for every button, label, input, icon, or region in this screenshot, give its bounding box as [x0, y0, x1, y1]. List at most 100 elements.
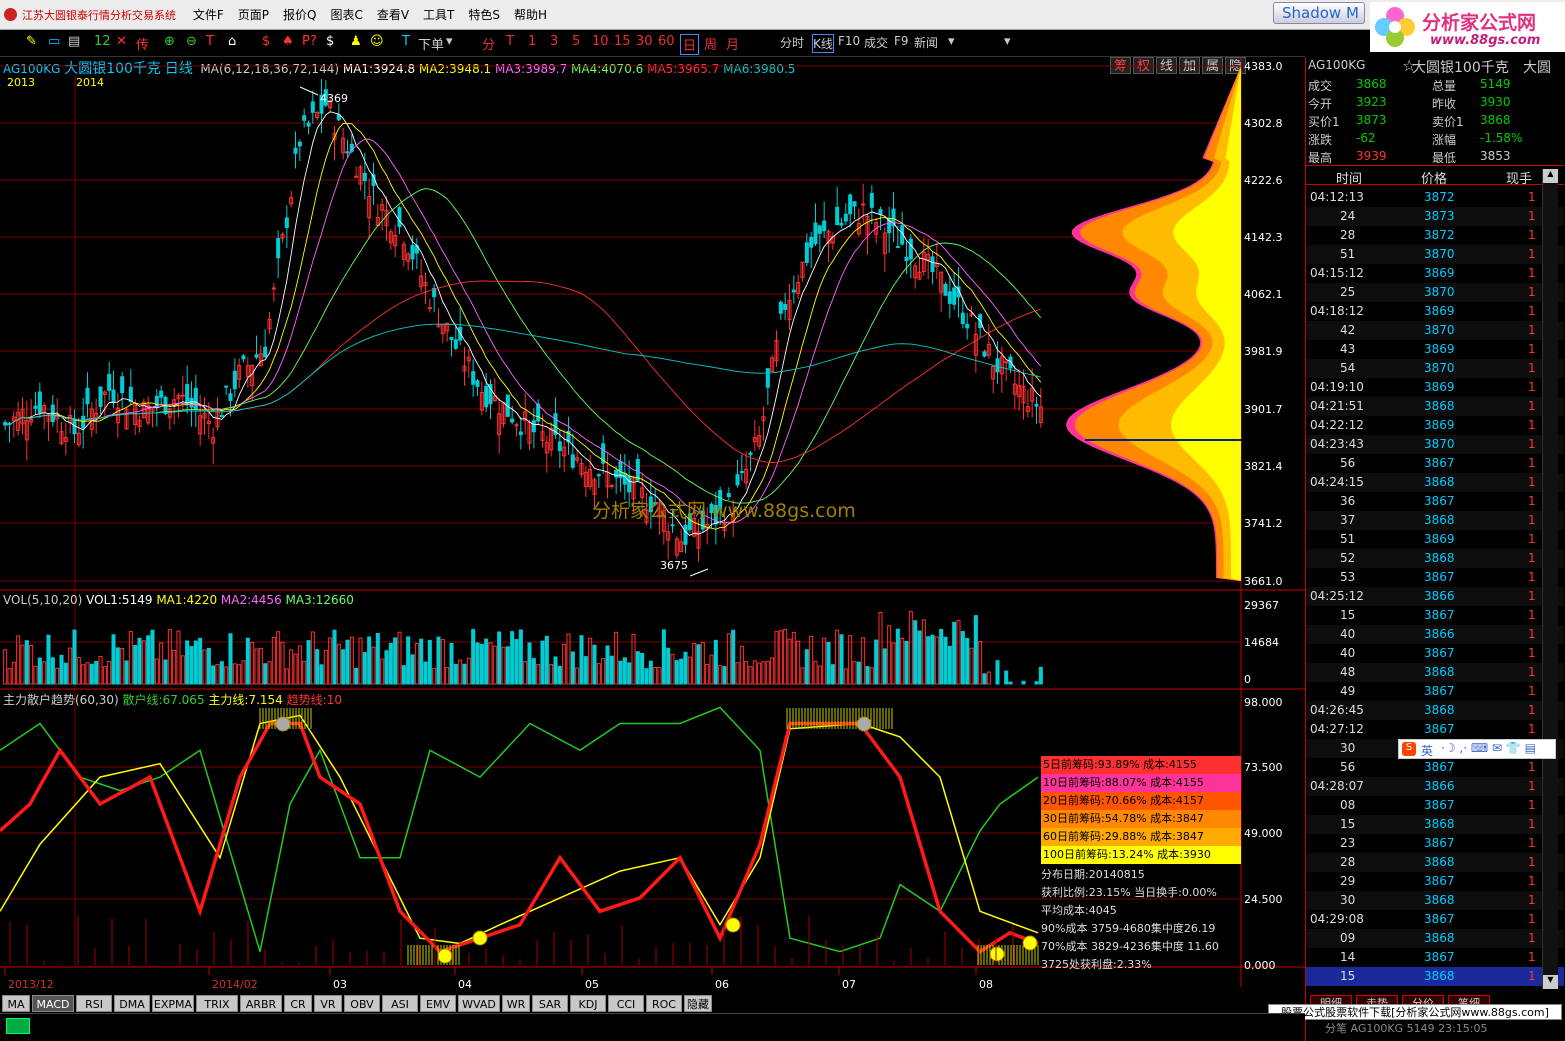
period-10[interactable]: 周 [704, 34, 717, 53]
home-icon[interactable]: ⌂ [228, 34, 236, 49]
dropdown2-icon[interactable]: ▾ [948, 34, 955, 49]
num-12-button[interactable]: 12 [94, 34, 111, 49]
tick-row[interactable]: 52 3868 1 [1306, 549, 1564, 568]
indicator-tab-10[interactable]: ASI [382, 995, 418, 1012]
menu-2[interactable]: 报价Q [276, 0, 323, 30]
ime-tools-icon[interactable]: ·☽ ,· ⌨ ✉ 👕 ▤ [1441, 741, 1536, 755]
spade-icon[interactable]: ♠ [282, 34, 294, 49]
ime-mode[interactable]: 英 [1421, 742, 1433, 759]
indicator-tab-18[interactable]: 隐藏 [684, 995, 712, 1012]
tick-row[interactable]: 28 3868 1 [1306, 853, 1564, 872]
indicator-tab-16[interactable]: CCI [608, 995, 644, 1012]
dollar-icon[interactable]: $ [262, 34, 270, 49]
dropdown-icon[interactable]: ▾ [446, 34, 453, 49]
indicator-tab-0[interactable]: MA [2, 995, 30, 1012]
smile-icon[interactable]: ☺ [370, 34, 384, 49]
menu-5[interactable]: 工具T [416, 0, 461, 30]
indicator-tab-14[interactable]: SAR [532, 995, 568, 1012]
menu-3[interactable]: 图表C [323, 0, 369, 30]
tick-row[interactable]: 40 3866 1 [1306, 625, 1564, 644]
bell-icon[interactable]: ♟ [350, 34, 362, 49]
indicator-tab-13[interactable]: WR [502, 995, 530, 1012]
tick-row[interactable]: 53 3867 1 [1306, 568, 1564, 587]
tick-row[interactable]: 04:28:07 3866 1 [1306, 777, 1564, 796]
chuan-icon[interactable]: 传 [136, 34, 149, 53]
tick-row[interactable]: 04:15:12 3869 1 [1306, 264, 1564, 283]
scroll-up-icon[interactable]: ▲ [1543, 169, 1558, 183]
tick-row[interactable]: 56 3867 1 [1306, 758, 1564, 777]
tick-row[interactable]: 54 3870 1 [1306, 359, 1564, 378]
period-2[interactable]: 1 [528, 34, 536, 49]
menu-0[interactable]: 文件F [186, 0, 231, 30]
dropdown3-icon[interactable]: ▾ [1004, 34, 1011, 49]
tick-row[interactable]: 04:22:12 3869 1 [1306, 416, 1564, 435]
tick-row[interactable]: 56 3867 1 [1306, 454, 1564, 473]
shadow-button[interactable]: Shadow M [1273, 2, 1365, 24]
indicator-tab-2[interactable]: RSI [76, 995, 112, 1012]
period-0[interactable]: 分 [482, 34, 495, 53]
close-x-icon[interactable]: ✕ [116, 34, 127, 49]
layout-icon[interactable]: ▭ [48, 34, 60, 49]
period-9[interactable]: 日 [680, 34, 700, 55]
t-text-icon[interactable]: T [402, 34, 410, 49]
tick-row[interactable]: 04:25:12 3866 1 [1306, 587, 1564, 606]
scrollbar[interactable]: ▲ ▼ [1542, 169, 1558, 989]
tick-row[interactable]: 28 3872 1 [1306, 226, 1564, 245]
menu-4[interactable]: 查看V [370, 0, 416, 30]
tick-row[interactable]: 04:18:12 3869 1 [1306, 302, 1564, 321]
print-icon[interactable]: ▤ [68, 34, 80, 49]
tick-row[interactable]: 30 3868 1 [1306, 891, 1564, 910]
tick-row[interactable]: 08 3867 1 [1306, 796, 1564, 815]
tick-row[interactable]: 09 3868 1 [1306, 929, 1564, 948]
tick-row[interactable]: 51 3870 1 [1306, 245, 1564, 264]
indicator-tab-3[interactable]: DMA [114, 995, 150, 1012]
toolbar-right-2[interactable]: F10 [838, 34, 860, 48]
tick-row[interactable]: 04:12:13 3872 1 [1306, 188, 1564, 207]
zoom-in-icon[interactable]: ⊕ [164, 34, 175, 49]
toolbar-right-3[interactable]: 成交 [864, 34, 888, 51]
ime-bar[interactable]: S 英 ·☽ ,· ⌨ ✉ 👕 ▤ [1398, 739, 1556, 759]
indicator-tab-15[interactable]: KDJ [570, 995, 606, 1012]
period-8[interactable]: 60 [658, 34, 675, 49]
period-1[interactable]: T [506, 34, 514, 49]
tick-row[interactable]: 24 3873 1 [1306, 207, 1564, 226]
indicator-tab-9[interactable]: OBV [344, 995, 380, 1012]
tick-row[interactable]: 51 3869 1 [1306, 530, 1564, 549]
tick-row[interactable]: 43 3869 1 [1306, 340, 1564, 359]
period-11[interactable]: 月 [726, 34, 739, 53]
tick-row[interactable]: 49 3867 1 [1306, 682, 1564, 701]
tick-row[interactable]: 15 3867 1 [1306, 606, 1564, 625]
money-icon[interactable]: $ [326, 34, 334, 49]
tick-row[interactable]: 15 3868 1 [1306, 967, 1564, 986]
indicator-tab-5[interactable]: TRIX [196, 995, 238, 1012]
indicator-tab-8[interactable]: VR [314, 995, 342, 1012]
tick-row[interactable]: 14 3867 1 [1306, 948, 1564, 967]
zoom-out-icon[interactable]: ⊖ [186, 34, 197, 49]
tick-row[interactable]: 48 3868 1 [1306, 663, 1564, 682]
toolbar-right-0[interactable]: 分时 [780, 34, 804, 51]
order-button[interactable]: 下单 [418, 34, 444, 53]
indicator-tab-11[interactable]: EMV [420, 995, 456, 1012]
toolbar-right-1[interactable]: K线 [812, 34, 834, 53]
indicator-tab-7[interactable]: CR [284, 995, 312, 1012]
menu-6[interactable]: 特色S [461, 0, 507, 30]
t-tool-icon[interactable]: T [206, 34, 214, 49]
tick-row[interactable]: 36 3867 1 [1306, 492, 1564, 511]
menu-7[interactable]: 帮助H [507, 0, 554, 30]
tick-row[interactable]: 25 3870 1 [1306, 283, 1564, 302]
tick-row[interactable]: 04:26:45 3868 1 [1306, 701, 1564, 720]
p-help-icon[interactable]: P? [302, 34, 317, 49]
period-5[interactable]: 10 [592, 34, 609, 49]
tick-row[interactable]: 23 3867 1 [1306, 834, 1564, 853]
scroll-down-icon[interactable]: ▼ [1543, 975, 1558, 989]
tick-row[interactable]: 04:19:10 3869 1 [1306, 378, 1564, 397]
tick-row[interactable]: 42 3870 1 [1306, 321, 1564, 340]
tick-row[interactable]: 37 3868 1 [1306, 511, 1564, 530]
period-7[interactable]: 30 [636, 34, 653, 49]
tick-row[interactable]: 04:23:43 3870 1 [1306, 435, 1564, 454]
tick-row[interactable]: 04:27:12 3867 1 [1306, 720, 1564, 739]
tick-row[interactable]: 40 3867 1 [1306, 644, 1564, 663]
indicator-tab-12[interactable]: WVAD [458, 995, 500, 1012]
tick-row[interactable]: 04:24:15 3868 1 [1306, 473, 1564, 492]
menu-1[interactable]: 页面P [231, 0, 276, 30]
